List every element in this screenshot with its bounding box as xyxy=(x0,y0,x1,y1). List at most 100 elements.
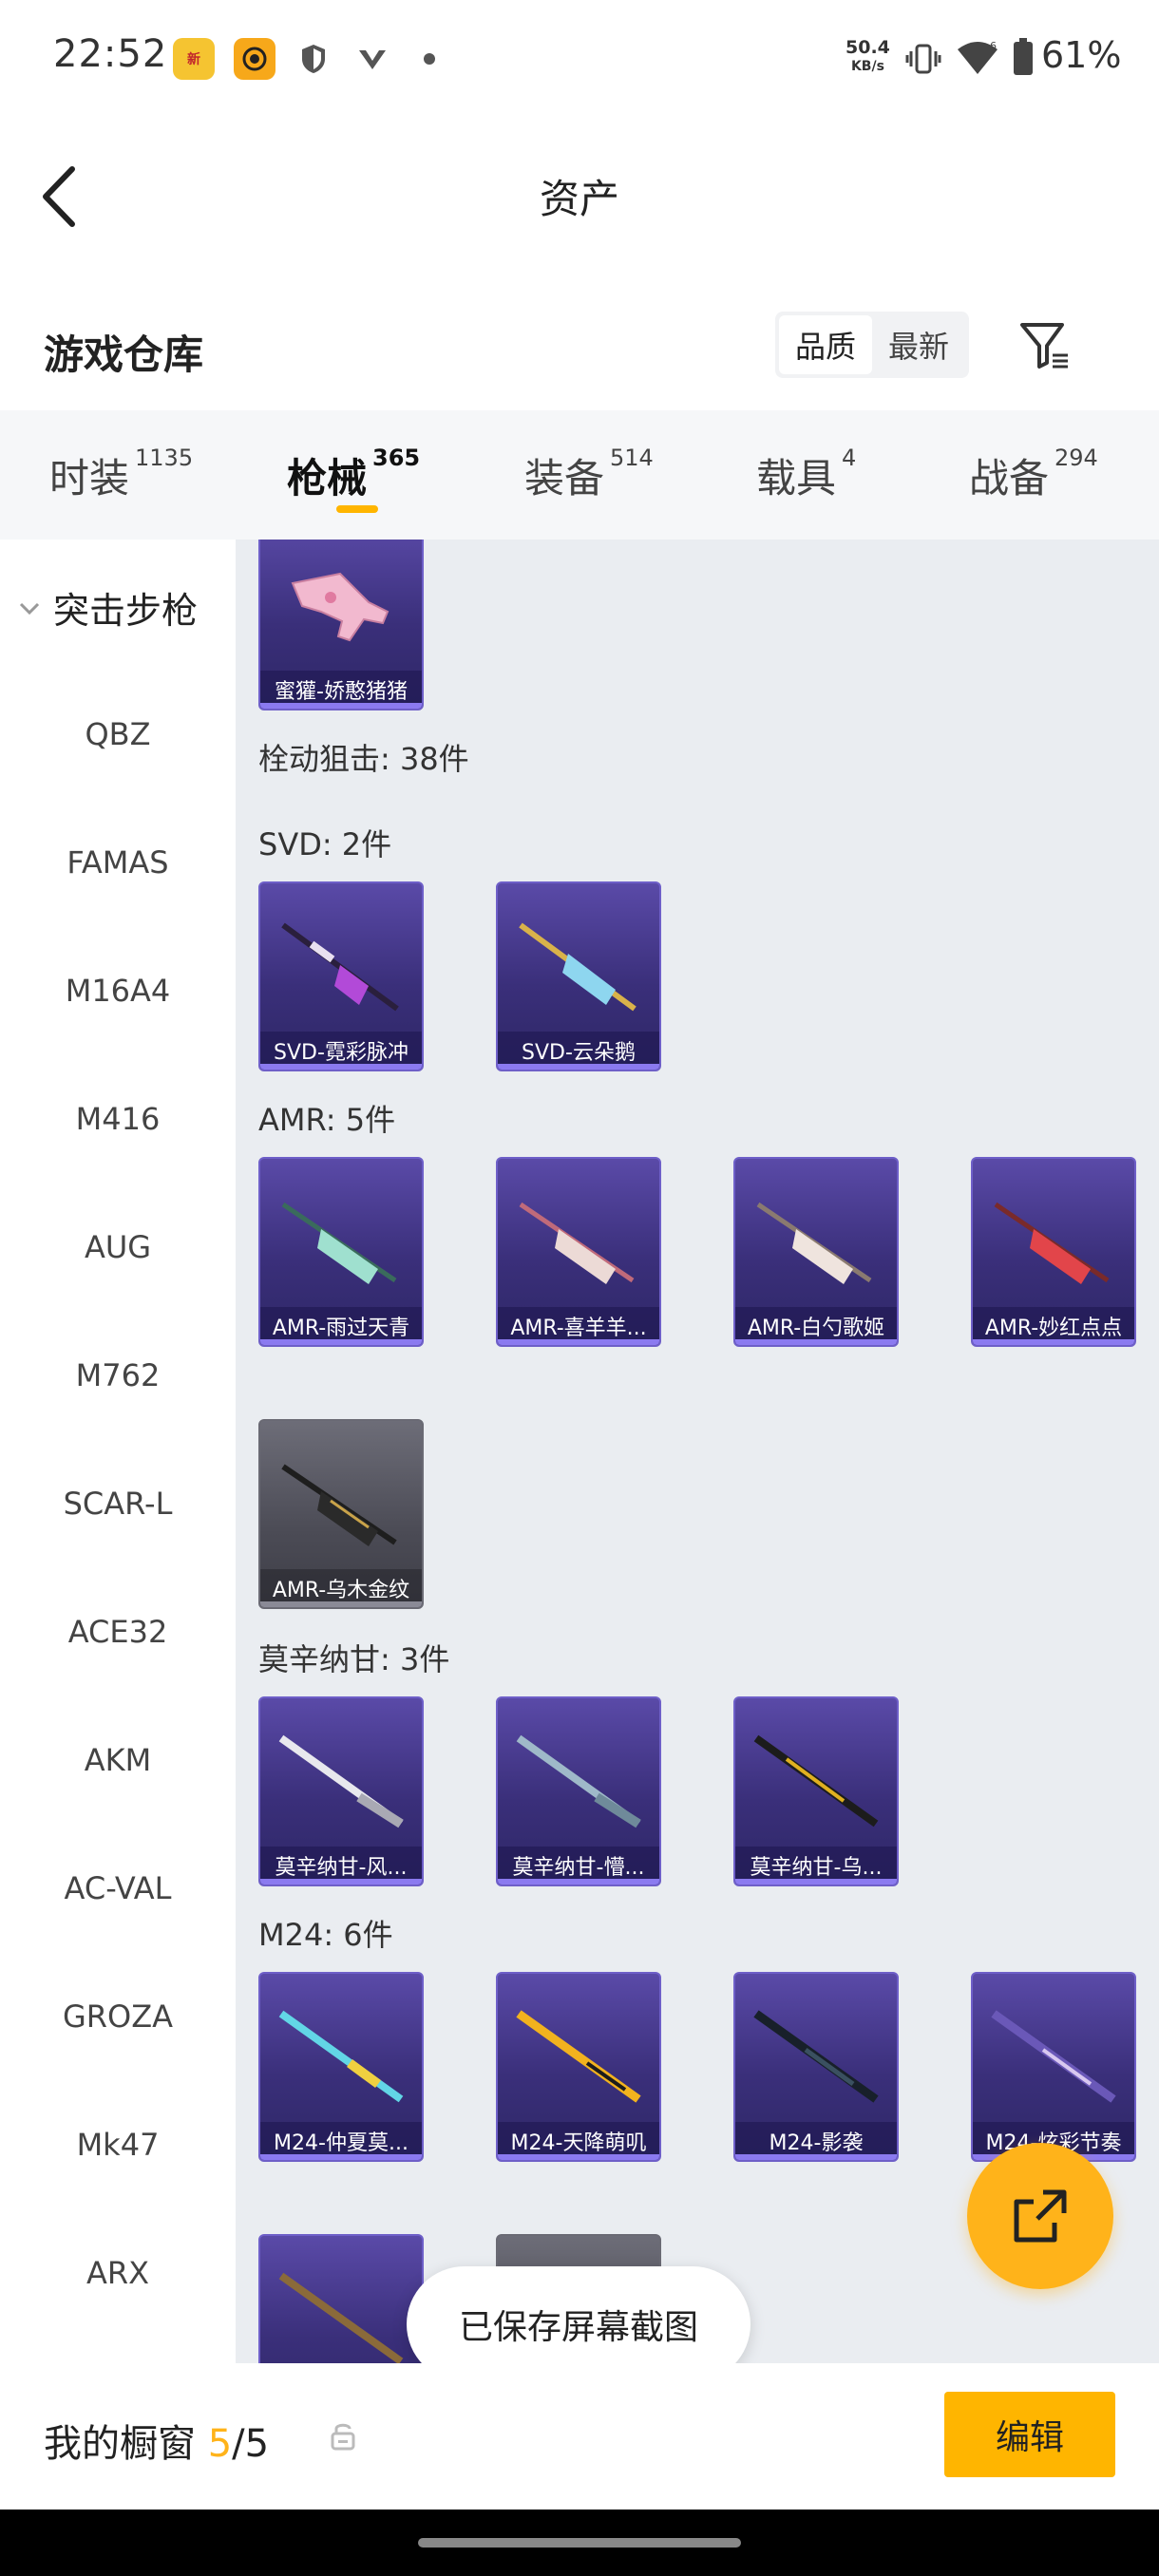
rarity-bar xyxy=(260,2154,422,2160)
rarity-bar xyxy=(735,1879,897,1885)
chevron-down-icon xyxy=(19,602,40,615)
skin-card[interactable]: 蜜獾-娇憨猪猪 xyxy=(258,540,424,710)
weapon-image xyxy=(753,1734,879,1828)
group-label-mosin-nagant: 莫辛纳甘: 3件 xyxy=(258,1641,450,1677)
tab-firearms[interactable]: 枪械 365 xyxy=(287,445,420,504)
skin-card[interactable]: 莫辛纳甘-乌... xyxy=(733,1696,899,1886)
sidebar-item-qbz[interactable]: QBZ xyxy=(0,716,236,752)
skin-card[interactable]: AMR-雨过天青 xyxy=(258,1157,424,1347)
battery-icon xyxy=(1013,38,1034,80)
section-title: 游戏仓库 xyxy=(44,331,204,378)
skin-card[interactable]: 莫辛纳甘-风... xyxy=(258,1696,424,1886)
rarity-bar xyxy=(735,1339,897,1345)
showcase-bar: 我的橱窗 5/5 编辑 xyxy=(0,2363,1159,2510)
weapon-category-list: 突击步枪 QBZ FAMAS M16A4 M416 AUG M762 SCAR-… xyxy=(0,540,236,2363)
tab-equipment[interactable]: 装备 514 xyxy=(524,445,654,504)
active-tab-indicator xyxy=(336,505,378,513)
weapon-image xyxy=(278,2272,404,2363)
sidebar-item-m416[interactable]: M416 xyxy=(0,1101,236,1137)
weapon-image xyxy=(991,2010,1116,2103)
category-assault-rifle[interactable]: 突击步枪 xyxy=(17,581,198,634)
sidebar-item-groza[interactable]: GROZA xyxy=(0,1998,236,2035)
group-label-svd: SVD: 2件 xyxy=(258,826,392,862)
group-label-bolt-action: 栓动狙击: 38件 xyxy=(258,741,469,777)
skin-card[interactable]: AMR-乌木金纹 xyxy=(258,1419,424,1609)
sidebar-item-akm[interactable]: AKM xyxy=(0,1742,236,1778)
skin-card[interactable]: M24-影袭 xyxy=(733,1972,899,2162)
lock-icon xyxy=(329,2420,357,2453)
sidebar-item-ace32[interactable]: ACE32 xyxy=(0,1614,236,1650)
rarity-bar xyxy=(260,703,422,709)
group-label-m24: M24: 6件 xyxy=(258,1917,393,1953)
filter-icon[interactable] xyxy=(1016,317,1074,374)
home-gesture-handle[interactable] xyxy=(418,2538,741,2548)
shield-icon xyxy=(293,38,334,80)
app-notification-icon: 新 xyxy=(173,38,215,80)
rarity-bar xyxy=(498,1339,659,1345)
rarity-bar xyxy=(498,2154,659,2160)
showcase-total-count: /5 xyxy=(232,2422,270,2466)
rarity-bar xyxy=(498,1064,659,1070)
sidebar-item-ac-val[interactable]: AC-VAL xyxy=(0,1870,236,1906)
status-time: 22:52 xyxy=(53,32,168,76)
skin-card[interactable]: AMR-喜羊羊... xyxy=(496,1157,661,1347)
wifi-icon: 6 xyxy=(956,38,999,82)
rarity-bar xyxy=(260,1339,422,1345)
skin-card[interactable]: M24-仲夏莫... xyxy=(258,1972,424,2162)
sidebar-item-aug[interactable]: AUG xyxy=(0,1229,236,1265)
weapon-image xyxy=(281,1464,397,1546)
skin-card[interactable]: SVD-云朵鹅 xyxy=(496,881,661,1071)
skin-card[interactable]: AMR-白勺歌姬 xyxy=(733,1157,899,1347)
edit-button[interactable]: 编辑 xyxy=(944,2392,1115,2477)
sidebar-item-m762[interactable]: M762 xyxy=(0,1357,236,1393)
share-button[interactable] xyxy=(967,2143,1113,2289)
rarity-bar xyxy=(973,1339,1134,1345)
battery-percent: 61% xyxy=(1041,34,1122,76)
skin-card[interactable]: 莫辛纳甘-懵... xyxy=(496,1696,661,1886)
weapon-grid: 蜜獾-娇憨猪猪 栓动狙击: 38件 SVD: 2件 SVD-霓彩脉冲 SVD-云… xyxy=(236,540,1159,2363)
skin-card[interactable]: M24-炫彩节奏 xyxy=(971,1972,1136,2162)
weapon-image xyxy=(281,922,399,1012)
rarity-bar xyxy=(260,1601,422,1607)
weapon-image xyxy=(278,2010,404,2103)
weapon-image xyxy=(281,1202,397,1284)
skin-card[interactable]: AMR-妙红点点 xyxy=(971,1157,1136,1347)
sidebar-item-m16a4[interactable]: M16A4 xyxy=(0,973,236,1009)
vpn-icon xyxy=(352,38,393,80)
weapon-image xyxy=(756,1202,872,1284)
svg-text:6: 6 xyxy=(990,40,997,52)
tab-fashion[interactable]: 时装 1135 xyxy=(49,445,193,504)
share-icon xyxy=(1014,2189,1067,2243)
weapon-image xyxy=(994,1202,1110,1284)
skin-card[interactable] xyxy=(258,2234,424,2363)
skin-card[interactable]: M24-天降萌叽 xyxy=(496,1972,661,2162)
network-speed: 50.4 KB/s xyxy=(846,37,890,74)
weapon-image xyxy=(278,1734,404,1828)
status-bar: 22:52 新 50.4 KB/s 6 61% xyxy=(0,0,1159,114)
sort-quality-button[interactable]: 品质 xyxy=(779,315,872,374)
target-app-icon xyxy=(234,38,276,80)
sidebar-item-famas[interactable]: FAMAS xyxy=(0,844,236,881)
category-tabs: 时装 1135 枪械 365 装备 514 载具 4 战备 294 xyxy=(0,410,1159,540)
sidebar-item-arx[interactable]: ARX xyxy=(0,2255,236,2291)
weapon-image xyxy=(516,1734,641,1828)
showcase-current-count: 5 xyxy=(207,2422,233,2466)
sidebar-item-scar-l[interactable]: SCAR-L xyxy=(0,1486,236,1522)
tab-battle-gear[interactable]: 战备 294 xyxy=(969,445,1098,504)
sort-latest-button[interactable]: 最新 xyxy=(872,315,965,374)
tab-vehicles[interactable]: 载具 4 xyxy=(756,445,856,504)
system-nav-bar xyxy=(0,2510,1159,2576)
sidebar-item-mk47[interactable]: Mk47 xyxy=(0,2127,236,2163)
weapon-image xyxy=(519,922,636,1012)
skin-card[interactable]: SVD-霓彩脉冲 xyxy=(258,881,424,1071)
weapon-image xyxy=(753,2010,879,2103)
page-title: 资产 xyxy=(539,176,619,222)
weapon-image xyxy=(516,2010,641,2103)
more-notifications-dot xyxy=(424,53,435,65)
weapon-image xyxy=(519,1202,635,1284)
rarity-bar xyxy=(260,1879,422,1885)
rarity-bar xyxy=(735,2154,897,2160)
group-label-amr: AMR: 5件 xyxy=(258,1102,396,1138)
showcase-label: 我的橱窗 5/5 xyxy=(44,2422,270,2466)
rarity-bar xyxy=(260,1064,422,1070)
